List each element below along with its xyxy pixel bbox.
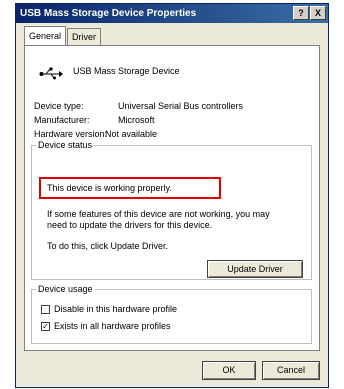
tab-driver-label: Driver <box>72 32 97 42</box>
help-button[interactable]: ? <box>293 6 309 20</box>
ok-button[interactable]: OK <box>202 361 256 380</box>
update-hint: To do this, click Update Driver. <box>47 241 169 251</box>
exists-profiles-checkbox[interactable]: ✓ <box>41 322 50 331</box>
manufacturer-value: Microsoft <box>118 115 155 125</box>
cancel-label: Cancel <box>276 365 305 375</box>
general-panel: USB Mass Storage Device Device type: Uni… <box>24 45 320 351</box>
hardware-version-value: Not available <box>105 129 158 139</box>
status-text: This device is working properly. <box>47 183 172 193</box>
disable-profile-label[interactable]: Disable in this hardware profile <box>54 304 177 314</box>
device-usage-group: Device usage <box>31 284 312 344</box>
tab-strip: General Driver <box>24 26 102 45</box>
update-driver-button[interactable]: Update Driver <box>207 260 303 278</box>
properties-dialog: USB Mass Storage Device Properties ? X G… <box>15 3 329 388</box>
usb-icon <box>39 67 63 80</box>
tab-general-label: General <box>29 31 62 41</box>
exists-profiles-label[interactable]: Exists in all hardware profiles <box>54 321 171 331</box>
device-type-value: Universal Serial Bus controllers <box>118 101 244 111</box>
status-help-line1: If some features of this device are not … <box>47 209 270 219</box>
device-usage-label: Device usage <box>38 284 93 294</box>
hardware-version-label: Hardware version: <box>34 129 108 139</box>
status-help-line2: need to update the drivers for this devi… <box>47 220 213 230</box>
cancel-button[interactable]: Cancel <box>262 361 320 380</box>
ok-label: OK <box>222 365 236 375</box>
disable-profile-checkbox[interactable] <box>41 305 50 314</box>
device-status-label: Device status <box>38 140 93 150</box>
tab-driver[interactable]: Driver <box>67 28 102 45</box>
device-type-label: Device type: <box>34 101 84 111</box>
window-title: USB Mass Storage Device Properties <box>20 8 197 19</box>
manufacturer-label: Manufacturer: <box>34 115 90 125</box>
tab-general[interactable]: General <box>24 26 67 45</box>
close-button[interactable]: X <box>310 6 326 20</box>
device-name: USB Mass Storage Device <box>73 66 180 76</box>
title-bar: USB Mass Storage Device Properties ? X <box>16 4 328 23</box>
update-driver-label: Update Driver <box>227 264 283 274</box>
